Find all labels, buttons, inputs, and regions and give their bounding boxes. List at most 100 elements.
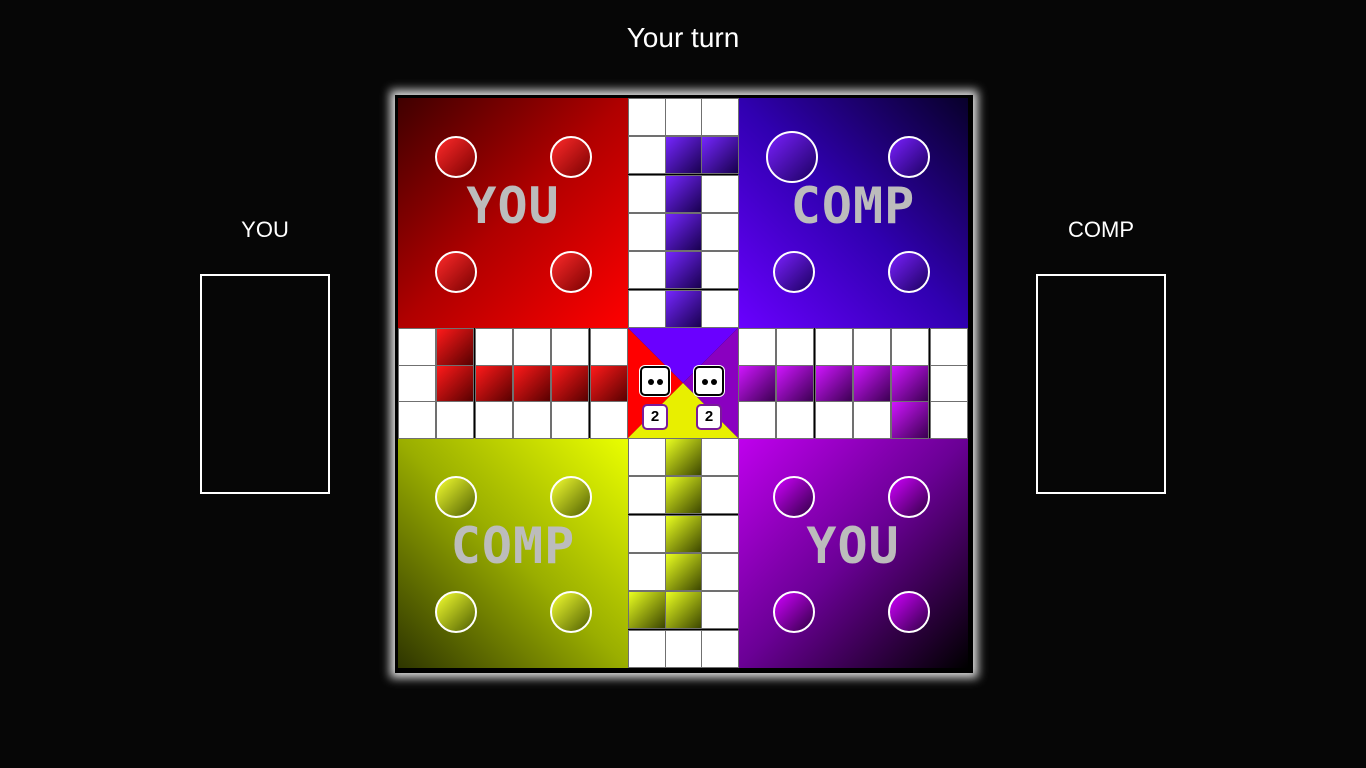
track-cell[interactable] <box>701 98 740 136</box>
track-cell-red[interactable] <box>436 328 475 366</box>
track-cell-yellow[interactable] <box>664 438 703 476</box>
track-cell[interactable] <box>436 401 475 439</box>
track-cell-blue[interactable] <box>664 289 703 328</box>
home-slot[interactable] <box>773 251 815 293</box>
track-cell[interactable] <box>628 476 666 515</box>
dice-count-badge: 2 <box>696 404 722 430</box>
track-cell-purple[interactable] <box>891 401 930 439</box>
home-label: COMP <box>790 177 916 235</box>
track-cell-red[interactable] <box>436 365 475 403</box>
track-cell[interactable] <box>628 289 666 328</box>
track-cell[interactable] <box>701 289 740 328</box>
home-slot[interactable] <box>435 476 477 518</box>
home-slot[interactable] <box>435 251 477 293</box>
track-cell[interactable] <box>701 591 740 630</box>
track-cell-yellow[interactable] <box>628 591 666 630</box>
home-label: COMP <box>450 517 576 575</box>
track-cell[interactable] <box>398 401 436 439</box>
track-cell[interactable] <box>664 629 703 668</box>
track-cell[interactable] <box>701 438 740 476</box>
track-cell[interactable] <box>628 251 666 290</box>
track-cell[interactable] <box>628 629 666 668</box>
track-cell[interactable] <box>814 328 853 366</box>
track-cell-blue[interactable] <box>664 212 703 251</box>
track-cell[interactable] <box>701 251 740 290</box>
home-slot[interactable] <box>888 591 930 633</box>
track-cell[interactable] <box>701 514 740 553</box>
track-cell[interactable] <box>628 552 666 591</box>
home-yellow: COMP <box>398 438 628 668</box>
track-cell-purple[interactable] <box>776 365 815 403</box>
track-cell-blue[interactable] <box>664 136 703 175</box>
die-pip <box>657 379 663 385</box>
home-slot[interactable] <box>550 476 592 518</box>
die-pip <box>702 379 708 385</box>
track-cell[interactable] <box>551 401 590 439</box>
track-cell-purple[interactable] <box>814 365 853 403</box>
track-cell[interactable] <box>701 174 740 213</box>
track-cell-red[interactable] <box>589 365 628 403</box>
track-cell-yellow[interactable] <box>664 591 703 630</box>
track-cell-red[interactable] <box>512 365 551 403</box>
track-cell[interactable] <box>589 328 628 366</box>
home-slot[interactable] <box>888 251 930 293</box>
left-player-label: YOU <box>241 217 289 242</box>
track-cell[interactable] <box>701 212 740 251</box>
track-cell[interactable] <box>628 98 666 136</box>
track-cell-blue[interactable] <box>664 174 703 213</box>
track-cell[interactable] <box>398 328 436 366</box>
home-slot[interactable] <box>435 591 477 633</box>
track-cell-yellow[interactable] <box>664 514 703 553</box>
track-cell[interactable] <box>628 174 666 213</box>
track-cell[interactable] <box>738 328 776 366</box>
track-cell[interactable] <box>776 328 815 366</box>
dice-1[interactable] <box>640 366 670 396</box>
track-cell[interactable] <box>551 328 590 366</box>
home-slot[interactable] <box>773 476 815 518</box>
track-cell[interactable] <box>628 514 666 553</box>
track-cell-purple[interactable] <box>738 365 776 403</box>
track-cell[interactable] <box>701 629 740 668</box>
home-slot[interactable] <box>550 591 592 633</box>
track-cell[interactable] <box>701 476 740 515</box>
track-cell[interactable] <box>628 438 666 476</box>
track-cell[interactable] <box>512 401 551 439</box>
track-cell[interactable] <box>929 401 968 439</box>
home-slot[interactable] <box>888 476 930 518</box>
track-cell[interactable] <box>701 552 740 591</box>
left-player-panel <box>200 274 330 494</box>
home-slot[interactable] <box>773 591 815 633</box>
home-slot[interactable] <box>435 136 477 178</box>
track-cell[interactable] <box>929 328 968 366</box>
home-slot[interactable] <box>888 136 930 178</box>
home-slot[interactable] <box>766 131 818 183</box>
track-cell[interactable] <box>628 136 666 175</box>
track-cell[interactable] <box>512 328 551 366</box>
home-label: YOU <box>466 177 560 235</box>
home-slot[interactable] <box>550 251 592 293</box>
track-cell-yellow[interactable] <box>664 552 703 591</box>
track-cell-red[interactable] <box>551 365 590 403</box>
track-cell[interactable] <box>664 98 703 136</box>
track-cell[interactable] <box>589 401 628 439</box>
track-cell-purple[interactable] <box>852 365 891 403</box>
track-cell-purple[interactable] <box>891 365 930 403</box>
track-cell[interactable] <box>776 401 815 439</box>
track-cell[interactable] <box>852 328 891 366</box>
track-cell[interactable] <box>852 401 891 439</box>
track-cell[interactable] <box>929 365 968 403</box>
dice-2[interactable] <box>694 366 724 396</box>
track-cell[interactable] <box>738 401 776 439</box>
track-cell-blue[interactable] <box>701 136 740 175</box>
track-cell-red[interactable] <box>474 365 513 403</box>
home-blue: COMP <box>738 98 968 328</box>
track-cell-blue[interactable] <box>664 251 703 290</box>
track-cell[interactable] <box>628 212 666 251</box>
home-slot[interactable] <box>550 136 592 178</box>
track-cell[interactable] <box>398 365 436 403</box>
track-cell[interactable] <box>891 328 930 366</box>
track-cell[interactable] <box>814 401 853 439</box>
track-cell[interactable] <box>474 328 513 366</box>
track-cell-yellow[interactable] <box>664 476 703 515</box>
track-cell[interactable] <box>474 401 513 439</box>
